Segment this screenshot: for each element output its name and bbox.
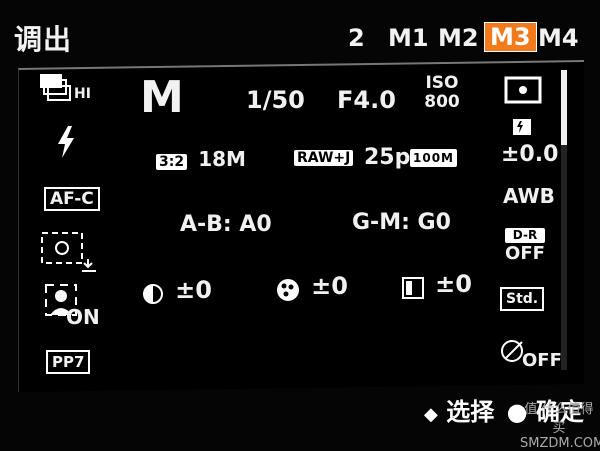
movie-bitrate[interactable]: 100M [410,149,457,167]
sharpness-icon [402,276,424,299]
saturation-icon [277,278,299,301]
memory-slot-m3-selected[interactable]: M3 [484,22,537,52]
file-format[interactable]: RAW+J [294,147,354,167]
metering-mode[interactable] [504,76,542,108]
picture-effect-value: OFF [522,350,562,371]
memory-slot-2[interactable]: 2 [348,24,365,52]
wb-gm-shift[interactable]: G-M: G0 [352,210,451,235]
dro-value: OFF [505,243,545,264]
dro[interactable]: D-R OFF [505,228,545,264]
iso[interactable]: ISO 800 [424,74,460,112]
contrast-value: ±0 [175,276,212,304]
exposure-comp[interactable]: ±0.0 [501,142,558,167]
memory-slot-m2[interactable]: M2 [438,24,479,52]
iso-label: ISO [425,73,459,93]
picture-profile[interactable]: PP7 [46,350,91,374]
memory-slot-m4[interactable]: M4 [538,24,579,52]
watermark-en: SMZDM.COM [520,436,600,451]
shutter-speed[interactable]: 1/50 [246,86,305,114]
contrast-icon [143,283,163,304]
metering-icon [504,76,542,104]
sharpness[interactable]: ±0 [402,270,472,299]
watermark-cn: 值 什么值得买 [524,402,594,436]
image-size-value: 18M [198,147,246,171]
focus-area[interactable] [40,231,100,283]
focus-area-icon [41,232,96,272]
flash-mode[interactable] [56,126,76,162]
af-mode[interactable]: AF-C [44,187,100,211]
face-detection[interactable]: ON [44,283,100,329]
dro-label: D-R [505,228,545,243]
sharpness-value: ±0 [435,270,472,298]
menu-title: 调出 [14,23,73,56]
saturation-value: ±0 [311,272,348,300]
drive-hi-label: HI [74,86,91,102]
quality-raw-jpeg: RAW+J [294,150,354,166]
white-balance[interactable]: AWB [503,184,555,208]
face-detection-value: ON [66,305,100,329]
wb-ab-shift[interactable]: A-B: A0 [180,212,272,237]
picture-effect[interactable]: OFF [500,338,562,371]
flash-icon [58,126,74,158]
movie-frame-rate[interactable]: 25p [364,145,410,170]
contrast[interactable]: ±0 [142,276,212,305]
aspect-ratio: 3:2 [156,154,188,170]
shooting-mode[interactable]: M [140,72,184,123]
drive-mode[interactable]: HI [38,72,91,106]
saturation[interactable]: ±0 [276,272,348,302]
scrollbar-thumb[interactable] [561,70,567,145]
memory-slot-m1[interactable]: M1 [388,24,429,52]
watermark: 值 什么值得买 SMZDM.COM [520,398,600,451]
aperture[interactable]: F4.0 [337,86,396,114]
flash-comp-icon [512,118,532,140]
creative-style[interactable]: Std. [500,287,545,311]
iso-value: 800 [424,92,460,112]
select-hint: 选择 [446,398,495,426]
image-size[interactable]: 3:2 18M [156,147,246,171]
dpad-icon: ◆ [424,404,438,425]
